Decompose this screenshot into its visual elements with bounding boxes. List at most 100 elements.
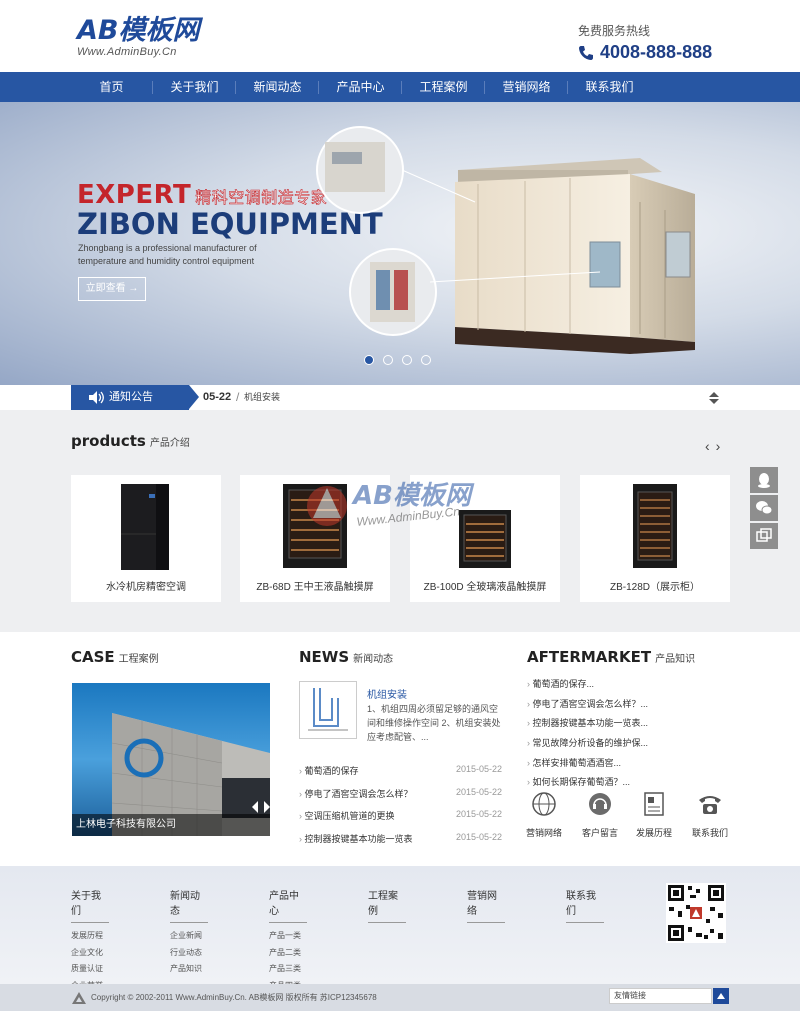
knowledge-item[interactable]: 停电了酒窖空调会怎么样？... bbox=[527, 697, 727, 717]
news-feature-text: 1、机组四周必须留足够的通风空间和维修操作空间 2、机组安装处应考虑配管、... bbox=[367, 704, 501, 742]
quick-link-label: 营销网络 bbox=[525, 828, 562, 838]
prev-arrow-icon[interactable]: ‹ bbox=[705, 438, 716, 454]
footer-link[interactable]: 产品二类 bbox=[269, 947, 339, 964]
slider-dot-2[interactable] bbox=[383, 355, 393, 365]
footer-column-head[interactable]: 产品中心 bbox=[269, 887, 307, 923]
nav-products[interactable]: 产品中心 bbox=[319, 72, 402, 102]
knowledge-item[interactable]: 常见故障分析设备的维护保... bbox=[527, 736, 727, 756]
footer-link[interactable]: 企业新闻 bbox=[170, 930, 240, 947]
nav-news[interactable]: 新闻动态 bbox=[236, 72, 319, 102]
next-arrow-icon[interactable]: › bbox=[716, 438, 727, 454]
phone-icon bbox=[579, 45, 593, 60]
quick-link-network[interactable]: 营销网络 bbox=[519, 790, 569, 839]
back-to-top-button[interactable] bbox=[713, 988, 729, 1004]
nav-home[interactable]: 首页 bbox=[70, 72, 153, 102]
hero-banner[interactable]: EXPERT 精科空调制造专家 ZIBON EQUIPMENT Zhongbang… bbox=[0, 102, 800, 385]
product-image bbox=[580, 480, 730, 570]
news-subtitle: 新闻动态 bbox=[353, 654, 394, 665]
site-logo[interactable]: AB模板网 Www.AdminBuy.Cn bbox=[77, 15, 200, 59]
main-nav: 首页 关于我们 新闻动态 产品中心 工程案例 营销网络 联系我们 bbox=[0, 72, 800, 102]
news-item-date: 2015-05-22 bbox=[455, 786, 502, 797]
quick-link-message[interactable]: 客户留言 bbox=[575, 790, 625, 839]
footer-link[interactable]: 产品知识 bbox=[170, 963, 240, 980]
notice-label-text: 通知公告 bbox=[109, 391, 153, 403]
product-image bbox=[71, 480, 221, 570]
slider-dots bbox=[364, 355, 431, 365]
products-title-text: products bbox=[71, 432, 146, 450]
banner-title-en-text: EXPERT bbox=[77, 180, 192, 210]
knowledge-item[interactable]: 控制器按键基本功能一览表... bbox=[527, 716, 727, 736]
news-item-title: 空调压缩机管道的更换 bbox=[299, 809, 395, 832]
quick-link-contact[interactable]: 联系我们 bbox=[685, 790, 735, 839]
news-item[interactable]: 空调压缩机管道的更换 2015-05-22 bbox=[299, 809, 503, 832]
wechat-button[interactable] bbox=[750, 495, 778, 521]
news-thumbnail[interactable] bbox=[299, 681, 357, 739]
knowledge-item[interactable]: 怎样安排葡萄酒酒窖... bbox=[527, 756, 727, 776]
notice-label: 通知公告 bbox=[71, 385, 199, 410]
quick-link-history[interactable]: 发展历程 bbox=[629, 790, 679, 839]
product-card[interactable]: ZB-100D 全玻璃液晶触摸屏 bbox=[410, 475, 560, 602]
product-card[interactable]: ZB-68D 王中王液晶触摸屏 bbox=[240, 475, 390, 602]
case-image[interactable]: 上林电子科技有限公司 bbox=[72, 683, 270, 836]
air-conditioner-unit-image bbox=[316, 126, 695, 354]
hotline-label: 免费服务热线 bbox=[578, 24, 651, 38]
footer-column-about: 关于我们 发展历程 企业文化 质量认证 企业荣誉 bbox=[71, 887, 141, 996]
notice-scroll-icon[interactable] bbox=[708, 391, 720, 405]
notice-link[interactable]: 机组安装 bbox=[244, 385, 280, 410]
feedback-button[interactable] bbox=[750, 523, 778, 549]
footer-column-network: 营销网络 bbox=[467, 887, 537, 930]
news-item[interactable]: 葡萄酒的保存 2015-05-22 bbox=[299, 764, 503, 787]
footer-column-head[interactable]: 新闻动态 bbox=[170, 887, 208, 923]
logo-url: Www.AdminBuy.Cn bbox=[77, 46, 177, 58]
news-feature-title[interactable]: 机组安装 bbox=[367, 686, 407, 701]
product-image bbox=[240, 480, 390, 570]
logo-text: AB模板网 bbox=[77, 15, 200, 46]
footer-link[interactable]: 产品三类 bbox=[269, 963, 339, 980]
qq-button[interactable] bbox=[750, 467, 778, 493]
footer-column-head[interactable]: 关于我们 bbox=[71, 887, 109, 923]
products-carousel-arrows: ‹› bbox=[705, 438, 726, 454]
footer-column-head[interactable]: 营销网络 bbox=[467, 887, 505, 923]
footer-link[interactable]: 产品一类 bbox=[269, 930, 339, 947]
nav-contact[interactable]: 联系我们 bbox=[568, 72, 651, 102]
notice-bar: 通知公告 05-22 / 机组安装 bbox=[0, 385, 800, 410]
slider-dot-4[interactable] bbox=[421, 355, 431, 365]
knowledge-item[interactable]: 葡萄酒的保存... bbox=[527, 677, 727, 697]
aftermarket-title-text: AFTERMARKET bbox=[527, 648, 652, 666]
copyright-bar: Copyright © 2002-2011 Www.AdminBuy.Cn. A… bbox=[0, 984, 800, 1011]
slider-dot-3[interactable] bbox=[402, 355, 412, 365]
footer-link[interactable]: 质量认证 bbox=[71, 963, 141, 980]
news-item[interactable]: 停电了酒窖空调会怎么样？ 2015-05-22 bbox=[299, 786, 503, 810]
document-icon bbox=[644, 792, 664, 816]
footer-link[interactable]: 企业文化 bbox=[71, 947, 141, 964]
hotline-number: 4008-888-888 bbox=[600, 42, 713, 62]
news-item-title: 葡萄酒的保存 bbox=[299, 764, 359, 787]
quick-link-label: 联系我们 bbox=[691, 828, 728, 838]
footer-column-cases: 工程案例 bbox=[368, 887, 438, 930]
news-item[interactable]: 控制器按键基本功能一览表 2015-05-22 bbox=[299, 831, 503, 855]
notice-separator: / bbox=[236, 390, 240, 404]
arrow-up-icon bbox=[717, 993, 725, 999]
footer-link[interactable]: 行业动态 bbox=[170, 947, 240, 964]
friend-links-select[interactable]: 友情链接 bbox=[609, 988, 712, 1004]
footer-link[interactable]: 发展历程 bbox=[71, 930, 141, 947]
quick-link-label: 客户留言 bbox=[581, 828, 618, 838]
speaker-icon bbox=[89, 391, 104, 404]
news-item-date: 2015-05-22 bbox=[455, 764, 502, 774]
globe-icon bbox=[532, 792, 556, 816]
qr-code-icon bbox=[666, 883, 726, 943]
product-name: 水冷机房精密空调 bbox=[106, 582, 186, 593]
nav-cases[interactable]: 工程案例 bbox=[402, 72, 485, 102]
nav-network[interactable]: 营销网络 bbox=[485, 72, 568, 102]
product-card[interactable]: 水冷机房精密空调 bbox=[71, 475, 221, 602]
nav-about[interactable]: 关于我们 bbox=[153, 72, 236, 102]
installation-diagram bbox=[308, 688, 348, 731]
slider-dot-1[interactable] bbox=[364, 355, 374, 365]
product-card[interactable]: ZB-128D（展示柜） bbox=[580, 475, 730, 602]
footer-column-head[interactable]: 工程案例 bbox=[368, 887, 406, 923]
footer-column-head[interactable]: 联系我们 bbox=[566, 887, 604, 923]
banner-view-button[interactable]: 立即查看 → bbox=[78, 277, 146, 301]
quick-link-label: 发展历程 bbox=[635, 828, 672, 838]
footer-column-products: 产品中心 产品一类 产品二类 产品三类 产品四类 bbox=[269, 887, 339, 996]
news-item-date: 2015-05-22 bbox=[455, 831, 502, 842]
